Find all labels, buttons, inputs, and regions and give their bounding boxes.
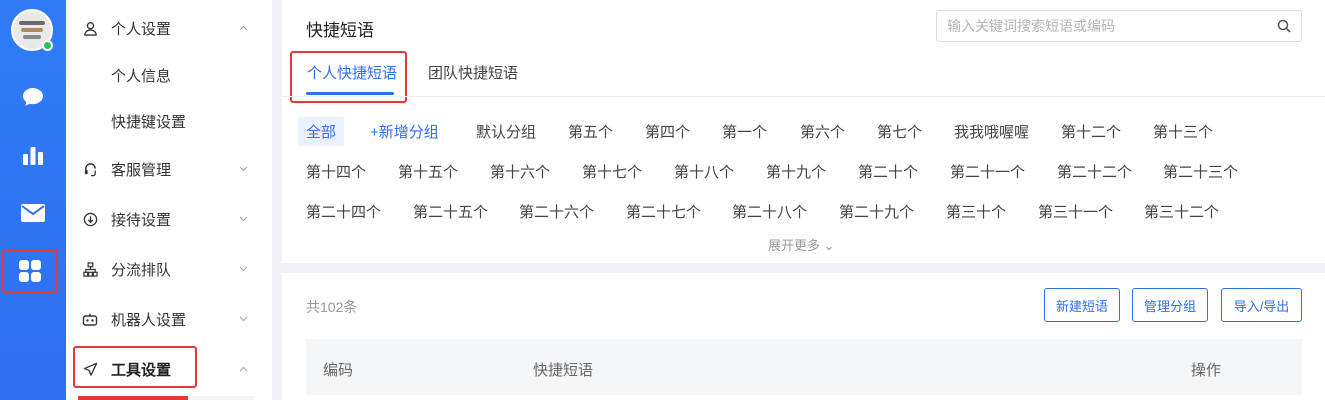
menu-label: 快捷键设置 bbox=[111, 113, 187, 131]
group-item[interactable]: 第二十四个 bbox=[306, 201, 381, 222]
group-item[interactable]: 第十五个 bbox=[398, 161, 458, 182]
group-item[interactable]: 第六个 bbox=[800, 121, 845, 142]
group-item[interactable]: 第十八个 bbox=[674, 161, 734, 182]
group-item[interactable]: 第十六个 bbox=[490, 161, 550, 182]
chevron-up-icon bbox=[238, 23, 248, 33]
group-item[interactable]: 第二十个 bbox=[858, 161, 918, 182]
group-item[interactable]: 我我哦喔喔 bbox=[954, 121, 1029, 142]
submenu-selected-bg bbox=[192, 396, 254, 400]
chat-icon[interactable] bbox=[16, 80, 50, 114]
menu-label: 机器人设置 bbox=[111, 311, 187, 329]
add-group-button[interactable]: +新增分组 bbox=[370, 121, 439, 142]
page-title: 快捷短语 bbox=[306, 21, 374, 40]
column-header-phrase: 快捷短语 bbox=[533, 362, 594, 379]
new-phrase-button[interactable]: 新建短语 bbox=[1044, 288, 1120, 322]
group-item[interactable]: 第二十七个 bbox=[626, 201, 701, 222]
chevron-up-icon bbox=[238, 364, 248, 374]
group-item[interactable]: 默认分组 bbox=[476, 121, 536, 142]
chevron-down-icon bbox=[238, 314, 248, 324]
search-input[interactable] bbox=[947, 11, 1267, 41]
menu-label: 个人设置 bbox=[111, 20, 172, 38]
icon-rail bbox=[0, 0, 66, 400]
chevron-down-icon bbox=[238, 214, 248, 224]
column-header-code: 编码 bbox=[323, 362, 354, 379]
column-header-actions: 操作 bbox=[1191, 362, 1222, 379]
download-circle-icon bbox=[82, 211, 98, 227]
menu-label: 分流排队 bbox=[111, 261, 172, 279]
group-item[interactable]: 第二十二个 bbox=[1057, 161, 1132, 182]
menu-reception-settings[interactable]: 接待设置 bbox=[66, 199, 272, 239]
group-item[interactable]: 第十九个 bbox=[766, 161, 826, 182]
apps-grid-icon[interactable] bbox=[2, 249, 58, 293]
import-export-button[interactable]: 导入/导出 bbox=[1221, 288, 1302, 322]
group-item[interactable]: 第三十二个 bbox=[1144, 201, 1219, 222]
menu-queue-routing[interactable]: 分流排队 bbox=[66, 249, 272, 289]
highlight-next-item bbox=[78, 396, 188, 400]
robot-icon bbox=[82, 311, 98, 327]
menu-personal-settings[interactable]: 个人设置 bbox=[66, 8, 272, 48]
menu-label: 接待设置 bbox=[111, 211, 172, 229]
phrase-list-card: 共102条 新建短语 管理分组 导入/导出 编码 快捷短语 操作 bbox=[282, 273, 1325, 400]
group-item[interactable]: 第三十一个 bbox=[1038, 201, 1113, 222]
group-item[interactable]: 第十二个 bbox=[1061, 121, 1121, 142]
menu-customer-service[interactable]: 客服管理 bbox=[66, 149, 272, 189]
menu-label: 个人信息 bbox=[111, 67, 172, 85]
expand-more-link[interactable]: 展开更多 ⌄ bbox=[768, 235, 835, 254]
group-item[interactable]: 第二十八个 bbox=[732, 201, 807, 222]
menu-shortcut-keys[interactable]: 快捷键设置 bbox=[66, 101, 272, 141]
tab-team-phrases[interactable]: 团队快捷短语 bbox=[428, 62, 518, 83]
table-header: 编码 快捷短语 操作 bbox=[306, 339, 1302, 395]
menu-personal-info[interactable]: 个人信息 bbox=[66, 55, 272, 95]
headset-icon bbox=[82, 161, 98, 177]
user-icon bbox=[82, 20, 98, 36]
group-item[interactable]: 第五个 bbox=[568, 121, 613, 142]
online-status-dot bbox=[42, 40, 53, 51]
group-item[interactable]: 第二十五个 bbox=[413, 201, 488, 222]
settings-submenu: 个人设置 个人信息 快捷键设置 客服管理 接待设置 分流排队 机器人设置 工具设… bbox=[66, 0, 272, 400]
menu-label: 客服管理 bbox=[111, 161, 172, 179]
group-item[interactable]: 第一个 bbox=[722, 121, 767, 142]
manage-groups-button[interactable]: 管理分组 bbox=[1132, 288, 1208, 322]
search-box[interactable] bbox=[936, 10, 1302, 42]
group-item[interactable]: 第三十个 bbox=[946, 201, 1006, 222]
tab-divider bbox=[282, 96, 1325, 97]
group-all[interactable]: 全部 bbox=[298, 117, 345, 146]
chevron-down-icon bbox=[238, 264, 248, 274]
bar-chart-icon[interactable] bbox=[16, 138, 50, 172]
group-item[interactable]: 第四个 bbox=[645, 121, 690, 142]
menu-robot-settings[interactable]: 机器人设置 bbox=[66, 299, 272, 339]
highlight-tool-settings bbox=[73, 346, 197, 388]
chevron-down-icon bbox=[238, 164, 248, 174]
mail-icon[interactable] bbox=[16, 196, 50, 230]
group-item[interactable]: 第二十一个 bbox=[950, 161, 1025, 182]
hierarchy-icon bbox=[82, 261, 98, 277]
group-item[interactable]: 第二十九个 bbox=[839, 201, 914, 222]
phrase-groups-card: 快捷短语 个人快捷短语 团队快捷短语 全部 +新增分组 默认分组 第五个 第四个… bbox=[282, 0, 1325, 263]
total-count: 共102条 bbox=[306, 299, 358, 315]
group-item[interactable]: 第十三个 bbox=[1153, 121, 1213, 142]
group-item[interactable]: 第二十六个 bbox=[519, 201, 594, 222]
group-item[interactable]: 第二十三个 bbox=[1163, 161, 1238, 182]
search-icon[interactable] bbox=[1277, 19, 1293, 35]
group-item[interactable]: 第十七个 bbox=[582, 161, 642, 182]
group-item[interactable]: 第十四个 bbox=[306, 161, 366, 182]
group-item[interactable]: 第七个 bbox=[877, 121, 922, 142]
